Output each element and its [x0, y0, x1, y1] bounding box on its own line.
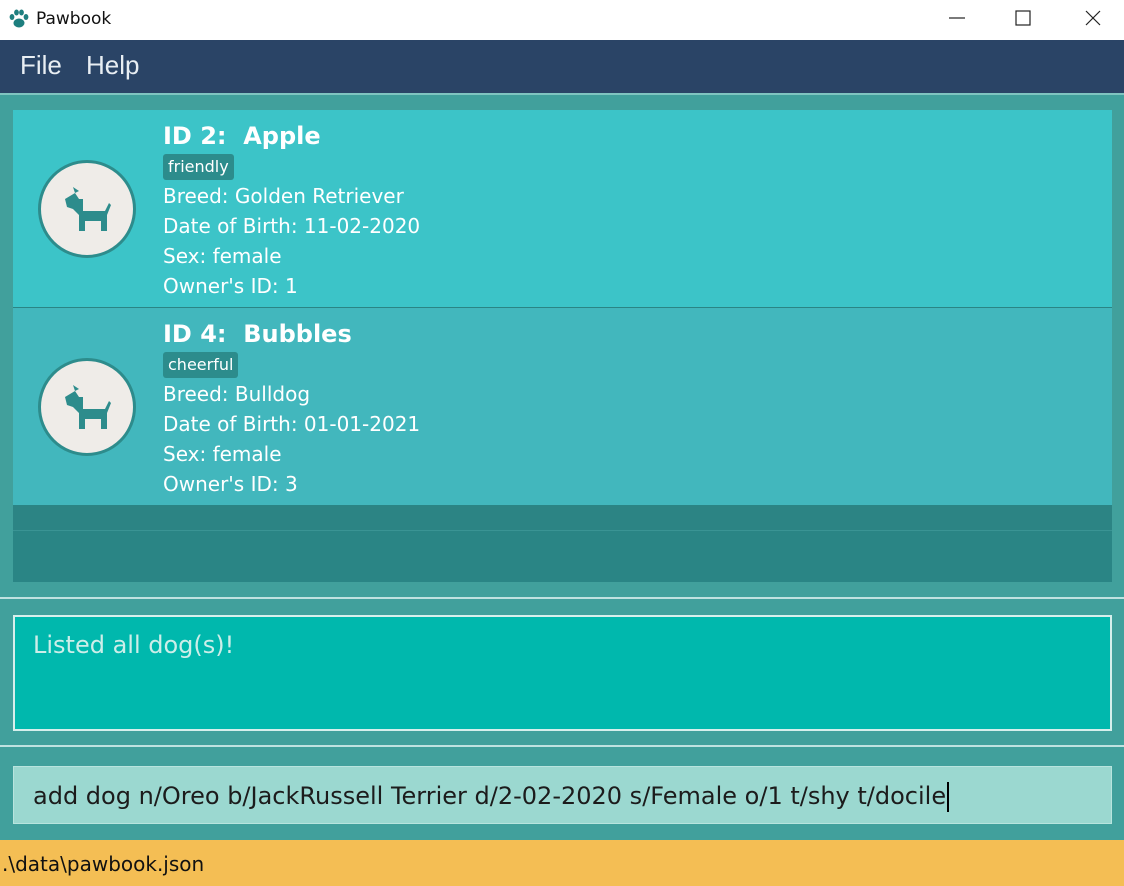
- tag-badge: cheerful: [163, 352, 239, 378]
- main-panel: ID 2: Apple friendly Breed: Golden Retri…: [0, 95, 1124, 840]
- title-bar: Pawbook: [0, 0, 1124, 40]
- paw-icon: [8, 8, 30, 30]
- maximize-icon: [1015, 10, 1031, 26]
- menu-file[interactable]: File: [20, 50, 62, 81]
- dog-sex: Sex: female: [163, 244, 282, 268]
- dog-dob: Date of Birth: 11-02-2020: [163, 214, 421, 238]
- dog-breed: Breed: Golden Retriever: [163, 184, 404, 208]
- dog-card-apple[interactable]: ID 2: Apple friendly Breed: Golden Retri…: [13, 110, 1112, 307]
- tag-badge: friendly: [163, 154, 234, 180]
- result-display[interactable]: Listed all dog(s)!: [13, 615, 1112, 731]
- dog-title: ID 2: Apple: [163, 122, 321, 150]
- avatar: [38, 160, 136, 258]
- command-input-text[interactable]: add dog n/Oreo b/JackRussell Terrier d/2…: [33, 782, 950, 812]
- text-caret: [947, 782, 950, 812]
- result-message: Listed all dog(s)!: [33, 631, 235, 659]
- close-button[interactable]: [1070, 0, 1116, 36]
- dog-owner-id: Owner's ID: 1: [163, 274, 298, 298]
- dog-icon: [65, 187, 111, 231]
- dog-card-bubbles[interactable]: ID 4: Bubbles cheerful Breed: Bulldog Da…: [13, 308, 1112, 505]
- dog-title: ID 4: Bubbles: [163, 320, 352, 348]
- status-bar: .\data\pawbook.json: [0, 840, 1124, 886]
- maximize-button[interactable]: [1000, 0, 1046, 36]
- close-icon: [1085, 10, 1101, 26]
- minimize-icon: [949, 17, 965, 19]
- empty-list-row: [13, 506, 1112, 531]
- command-value: add dog n/Oreo b/JackRussell Terrier d/2…: [33, 782, 947, 810]
- divider: [0, 597, 1124, 599]
- dog-sex: Sex: female: [163, 442, 282, 466]
- save-location: .\data\pawbook.json: [2, 852, 205, 876]
- window-title: Pawbook: [36, 9, 112, 29]
- minimize-button[interactable]: [934, 0, 980, 36]
- dog-owner-id: Owner's ID: 3: [163, 472, 298, 496]
- command-input[interactable]: add dog n/Oreo b/JackRussell Terrier d/2…: [13, 766, 1112, 824]
- divider: [0, 745, 1124, 747]
- menu-bar: File Help: [0, 40, 1124, 95]
- dog-list[interactable]: ID 2: Apple friendly Breed: Golden Retri…: [13, 110, 1112, 582]
- dog-icon: [65, 385, 111, 429]
- avatar: [38, 358, 136, 456]
- dog-breed: Breed: Bulldog: [163, 382, 311, 406]
- dog-dob: Date of Birth: 01-01-2021: [163, 412, 421, 436]
- menu-help[interactable]: Help: [86, 50, 139, 81]
